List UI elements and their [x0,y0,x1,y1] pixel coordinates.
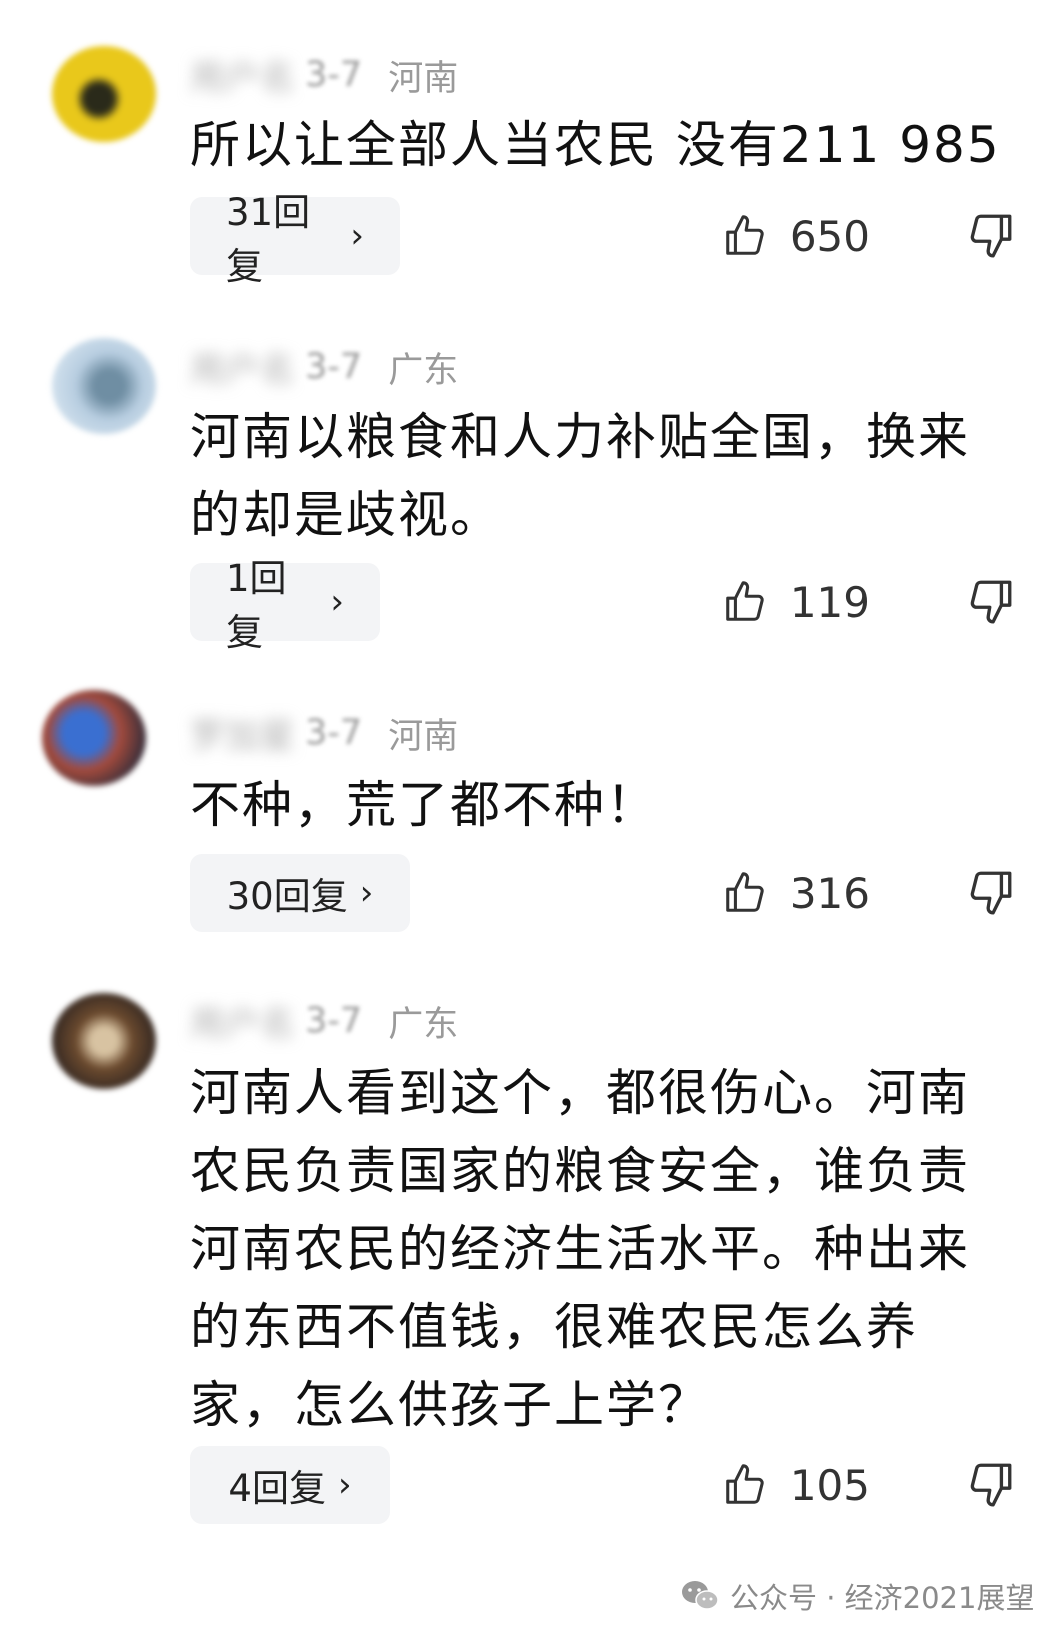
thumbs-up-icon [726,872,764,912]
thumbs-down-icon[interactable] [966,867,1016,917]
comment-text: 不种，荒了都不种！ [190,776,658,834]
avatar[interactable] [42,690,146,786]
like-count: 650 [789,211,870,261]
wechat-icon [682,1581,719,1610]
like-button[interactable]: 316 [722,854,870,932]
comment-date: 3-7 [305,1001,363,1041]
chevron-right-icon: › [337,1465,352,1505]
comment-meta: 用户名 3-7 广东 [190,342,459,393]
watermark-label: 公众号 · 经济2021展望 [730,1581,1035,1615]
avatar[interactable] [52,338,156,434]
replies-button[interactable]: 4回复 › [190,1446,390,1524]
replies-button[interactable]: 1回复 › [190,557,380,654]
thumbs-up-icon [726,1464,764,1504]
like-button[interactable]: 105 [722,1446,870,1524]
comment-date: 3-7 [305,713,363,753]
avatar[interactable] [52,46,156,142]
username[interactable]: 用户名 [190,996,295,1047]
replies-button[interactable]: 30回复 › [190,854,410,932]
like-button[interactable]: 119 [722,563,870,641]
like-count: 105 [789,1460,870,1510]
comment-region: 河南 [388,58,459,99]
like-count: 316 [789,868,870,918]
comment-meta: 用户名 3-7 河南 [190,50,459,101]
thumbs-down-icon[interactable] [966,1459,1016,1509]
comment-region: 河南 [388,716,459,757]
thumbs-up-icon [726,215,764,255]
watermark: 公众号 · 经济2021展望 [680,1575,1034,1617]
replies-label: 4回复 [228,1467,326,1510]
like-count: 119 [789,577,870,627]
chevron-right-icon: › [330,582,344,622]
comment-text: 所以让全部人当农民 没有211 985 [190,116,1001,174]
comment-text: 河南以粮食和人力补贴全国，换来的却是歧视。 [190,408,970,544]
chevron-right-icon: › [359,873,374,913]
chevron-right-icon: › [350,216,364,256]
replies-label: 30回复 [226,875,348,918]
thumbs-down-icon[interactable] [966,210,1016,260]
thumbs-up-icon [726,581,764,621]
username[interactable]: 用户名 [190,342,295,393]
replies-button[interactable]: 31回复 › [190,191,400,288]
comment-region: 广东 [388,1004,459,1045]
username[interactable]: 用户名 [190,50,295,101]
comment-date: 3-7 [305,55,363,95]
comment-meta: 罗加星 3-7 河南 [190,708,459,759]
like-button[interactable]: 650 [722,197,870,275]
username[interactable]: 罗加星 [190,708,295,759]
comment-region: 广东 [388,350,459,391]
avatar[interactable] [52,993,156,1089]
replies-label: 31回复 [226,191,311,288]
replies-label: 1回复 [226,557,287,654]
comment-date: 3-7 [305,347,363,387]
comment-text: 河南人看到这个，都很伤心。河南农民负责国家的粮食安全，谁负责河南农民的经济生活水… [190,1064,970,1434]
thumbs-down-icon[interactable] [966,576,1016,626]
comment-meta: 用户名 3-7 广东 [190,996,459,1047]
